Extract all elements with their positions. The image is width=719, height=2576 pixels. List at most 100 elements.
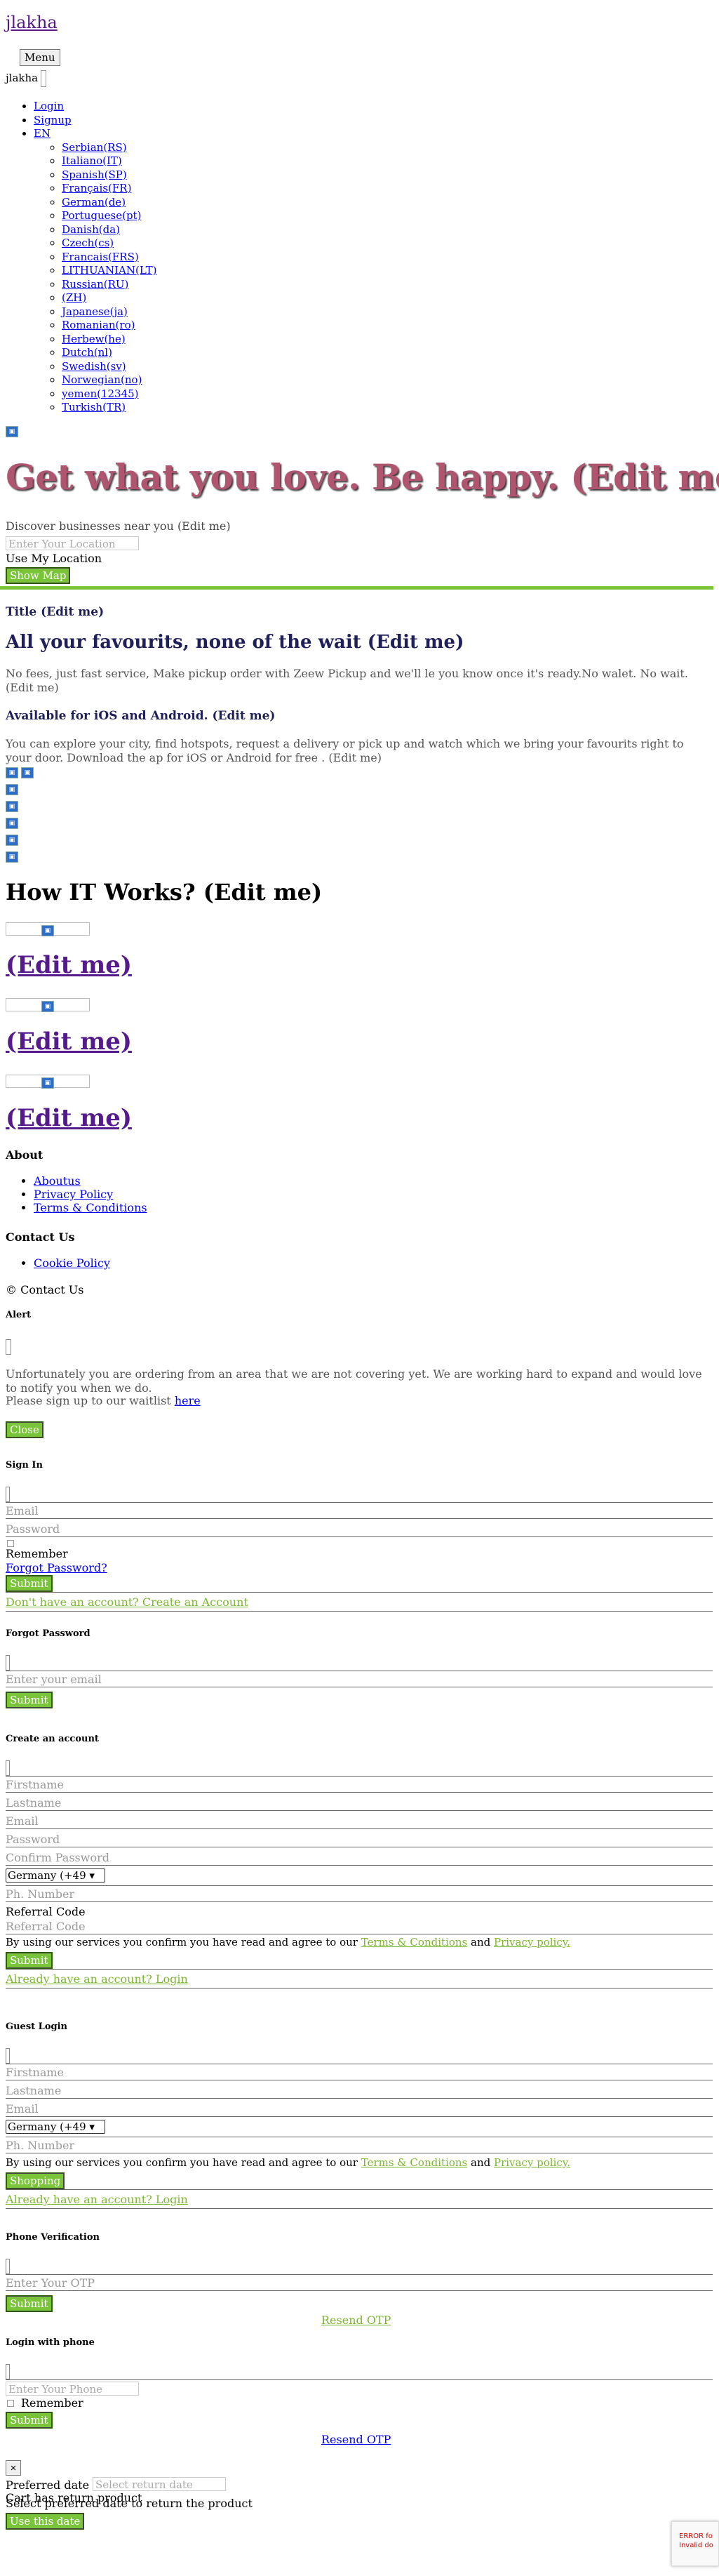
otp-input[interactable]: Enter Your OTP bbox=[6, 2276, 713, 2291]
show-map-button[interactable]: Show Map bbox=[6, 567, 71, 584]
guest-lastname-input[interactable]: Lastname bbox=[6, 2083, 713, 2099]
country-code-value: Germany (+49 bbox=[8, 1869, 86, 1882]
lang-option[interactable]: Francais(FRS) bbox=[62, 251, 139, 263]
use-my-location[interactable]: Use My Location bbox=[6, 552, 102, 565]
location-input[interactable]: Enter Your Location bbox=[6, 536, 139, 550]
create-account-link[interactable]: Don't have an account? Create an Account bbox=[6, 1595, 248, 1609]
lang-option[interactable]: LITHUANIAN(LT) bbox=[62, 264, 156, 277]
terms-link[interactable]: Terms & Conditions bbox=[361, 1936, 467, 1948]
alert-close-box[interactable] bbox=[6, 1339, 11, 1355]
brand-link[interactable]: jlakha bbox=[6, 13, 58, 32]
footer-link-terms[interactable]: Terms & Conditions bbox=[34, 1201, 147, 1214]
otp-submit-button[interactable]: Submit bbox=[6, 2295, 53, 2312]
lang-option[interactable]: Russian(RU) bbox=[62, 278, 128, 291]
lang-option[interactable]: Portuguese(pt) bbox=[62, 209, 141, 222]
image-icon: ▣ bbox=[41, 924, 54, 936]
forgot-close-box[interactable] bbox=[6, 1655, 10, 1671]
step-link[interactable]: (Edit me) bbox=[6, 951, 132, 979]
play-store-icon[interactable]: ▣ bbox=[21, 767, 34, 778]
create-close-box[interactable] bbox=[6, 1760, 10, 1776]
lang-option[interactable]: German(de) bbox=[62, 196, 126, 208]
recaptcha-error: ERROR fo bbox=[679, 2532, 713, 2540]
signin-submit-button[interactable]: Submit bbox=[6, 1575, 53, 1592]
user-caret-box[interactable] bbox=[41, 70, 47, 87]
divider bbox=[6, 2208, 713, 2209]
guest-phone-input[interactable]: Ph. Number bbox=[6, 2138, 713, 2153]
footer-link-aboutus[interactable]: Aboutus bbox=[34, 1174, 81, 1188]
lang-option[interactable]: Serbian(RS) bbox=[62, 141, 127, 154]
broken-image-icon: ▣ bbox=[6, 426, 18, 437]
phone-input[interactable]: Enter Your Phone bbox=[6, 2382, 139, 2396]
resend-otp-link[interactable]: Resend OTP bbox=[321, 2313, 391, 2327]
footer-link-cookie[interactable]: Cookie Policy bbox=[34, 1256, 110, 1270]
lang-option[interactable]: (ZH) bbox=[62, 291, 86, 304]
phone-submit-button[interactable]: Submit bbox=[6, 2412, 53, 2429]
phone-resend-otp-link[interactable]: Resend OTP bbox=[321, 2433, 391, 2446]
nav-login[interactable]: Login bbox=[34, 100, 64, 112]
lang-option[interactable]: Spanish(SP) bbox=[62, 168, 127, 181]
alert-close-button[interactable]: Close bbox=[6, 1421, 43, 1438]
lang-option[interactable]: Dutch(nl) bbox=[62, 346, 112, 359]
lang-option[interactable]: Italiano(IT) bbox=[62, 154, 122, 167]
login-link[interactable]: Already have an account? Login bbox=[6, 1972, 188, 1986]
signin-email-input[interactable]: Email bbox=[6, 1503, 713, 1519]
guest-login-link[interactable]: Already have an account? Login bbox=[6, 2193, 188, 2206]
terms-and: and bbox=[471, 2156, 491, 2169]
lang-option[interactable]: Romanian(ro) bbox=[62, 319, 135, 331]
referral-label: Referral Code bbox=[6, 1905, 86, 1918]
forgot-password-link[interactable]: Forgot Password? bbox=[6, 1561, 107, 1574]
phone-login-close-box[interactable] bbox=[6, 2364, 10, 2379]
referral-input[interactable]: Referral Code bbox=[6, 1919, 713, 1934]
phone-remember-checkbox[interactable] bbox=[7, 2400, 14, 2407]
app-store-icon[interactable]: ▣ bbox=[6, 767, 18, 778]
divider bbox=[6, 2274, 713, 2275]
lang-option[interactable]: Français(FR) bbox=[62, 182, 131, 194]
lang-option[interactable]: Japanese(ja) bbox=[62, 305, 128, 318]
create-title: Create an account bbox=[6, 1734, 99, 1744]
lastname-input[interactable]: Lastname bbox=[6, 1795, 713, 1811]
step-link[interactable]: (Edit me) bbox=[6, 1028, 132, 1056]
lang-option[interactable]: Norwegian(no) bbox=[62, 373, 142, 386]
image-icon: ▣ bbox=[41, 1000, 54, 1012]
return-close-button[interactable]: × bbox=[6, 2460, 21, 2476]
password-input[interactable]: Password bbox=[6, 1832, 713, 1847]
signin-password-input[interactable]: Password bbox=[6, 1522, 713, 1537]
recaptcha-badge[interactable]: ERROR fo Invalid do bbox=[671, 2521, 719, 2566]
confirm-password-input[interactable]: Confirm Password bbox=[6, 1850, 713, 1866]
shopping-button[interactable]: Shopping bbox=[6, 2172, 65, 2189]
guest-close-box[interactable] bbox=[6, 2048, 10, 2064]
guest-country-select[interactable]: Germany (+49 ▾ bbox=[6, 2120, 105, 2134]
remember-checkbox[interactable] bbox=[7, 1540, 14, 1547]
nav-language[interactable]: EN bbox=[34, 127, 51, 140]
waitlist-link[interactable]: here bbox=[175, 1394, 201, 1407]
step-link[interactable]: (Edit me) bbox=[6, 1104, 132, 1132]
create-submit-button[interactable]: Submit bbox=[6, 1952, 53, 1969]
lang-option[interactable]: yemen(12345) bbox=[62, 387, 139, 400]
lang-option[interactable]: Danish(da) bbox=[62, 223, 120, 236]
forgot-submit-button[interactable]: Submit bbox=[6, 1692, 53, 1708]
terms-link[interactable]: Terms & Conditions bbox=[361, 2156, 467, 2169]
divider bbox=[6, 1776, 713, 1777]
guest-firstname-input[interactable]: Firstname bbox=[6, 2065, 713, 2080]
lang-option[interactable]: Czech(cs) bbox=[62, 237, 114, 249]
email-input[interactable]: Email bbox=[6, 1814, 713, 1829]
user-dropdown[interactable]: jlakha bbox=[6, 70, 47, 87]
footer-link-privacy[interactable]: Privacy Policy bbox=[34, 1188, 113, 1201]
menu-button[interactable]: Menu bbox=[20, 49, 60, 66]
nav-signup[interactable]: Signup bbox=[34, 114, 72, 126]
firstname-input[interactable]: Firstname bbox=[6, 1777, 713, 1793]
otp-close-box[interactable] bbox=[6, 2259, 10, 2274]
return-date-input[interactable]: Select return date bbox=[93, 2477, 226, 2491]
signin-close-box[interactable] bbox=[6, 1487, 10, 1502]
lang-option[interactable]: Turkish(TR) bbox=[62, 401, 126, 413]
lang-option[interactable]: Swedish(sv) bbox=[62, 360, 126, 373]
country-code-select[interactable]: Germany (+49 ▾ bbox=[6, 1868, 105, 1883]
use-date-button[interactable]: Use this date bbox=[6, 2513, 85, 2530]
privacy-link[interactable]: Privacy policy. bbox=[494, 1936, 570, 1948]
forgot-email-input[interactable]: Enter your email bbox=[6, 1672, 713, 1687]
terms-and: and bbox=[471, 1936, 491, 1948]
privacy-link[interactable]: Privacy policy. bbox=[494, 2156, 570, 2169]
phone-number-input[interactable]: Ph. Number bbox=[6, 1887, 713, 1902]
guest-email-input[interactable]: Email bbox=[6, 2102, 713, 2117]
lang-option[interactable]: Herbew(he) bbox=[62, 333, 126, 345]
